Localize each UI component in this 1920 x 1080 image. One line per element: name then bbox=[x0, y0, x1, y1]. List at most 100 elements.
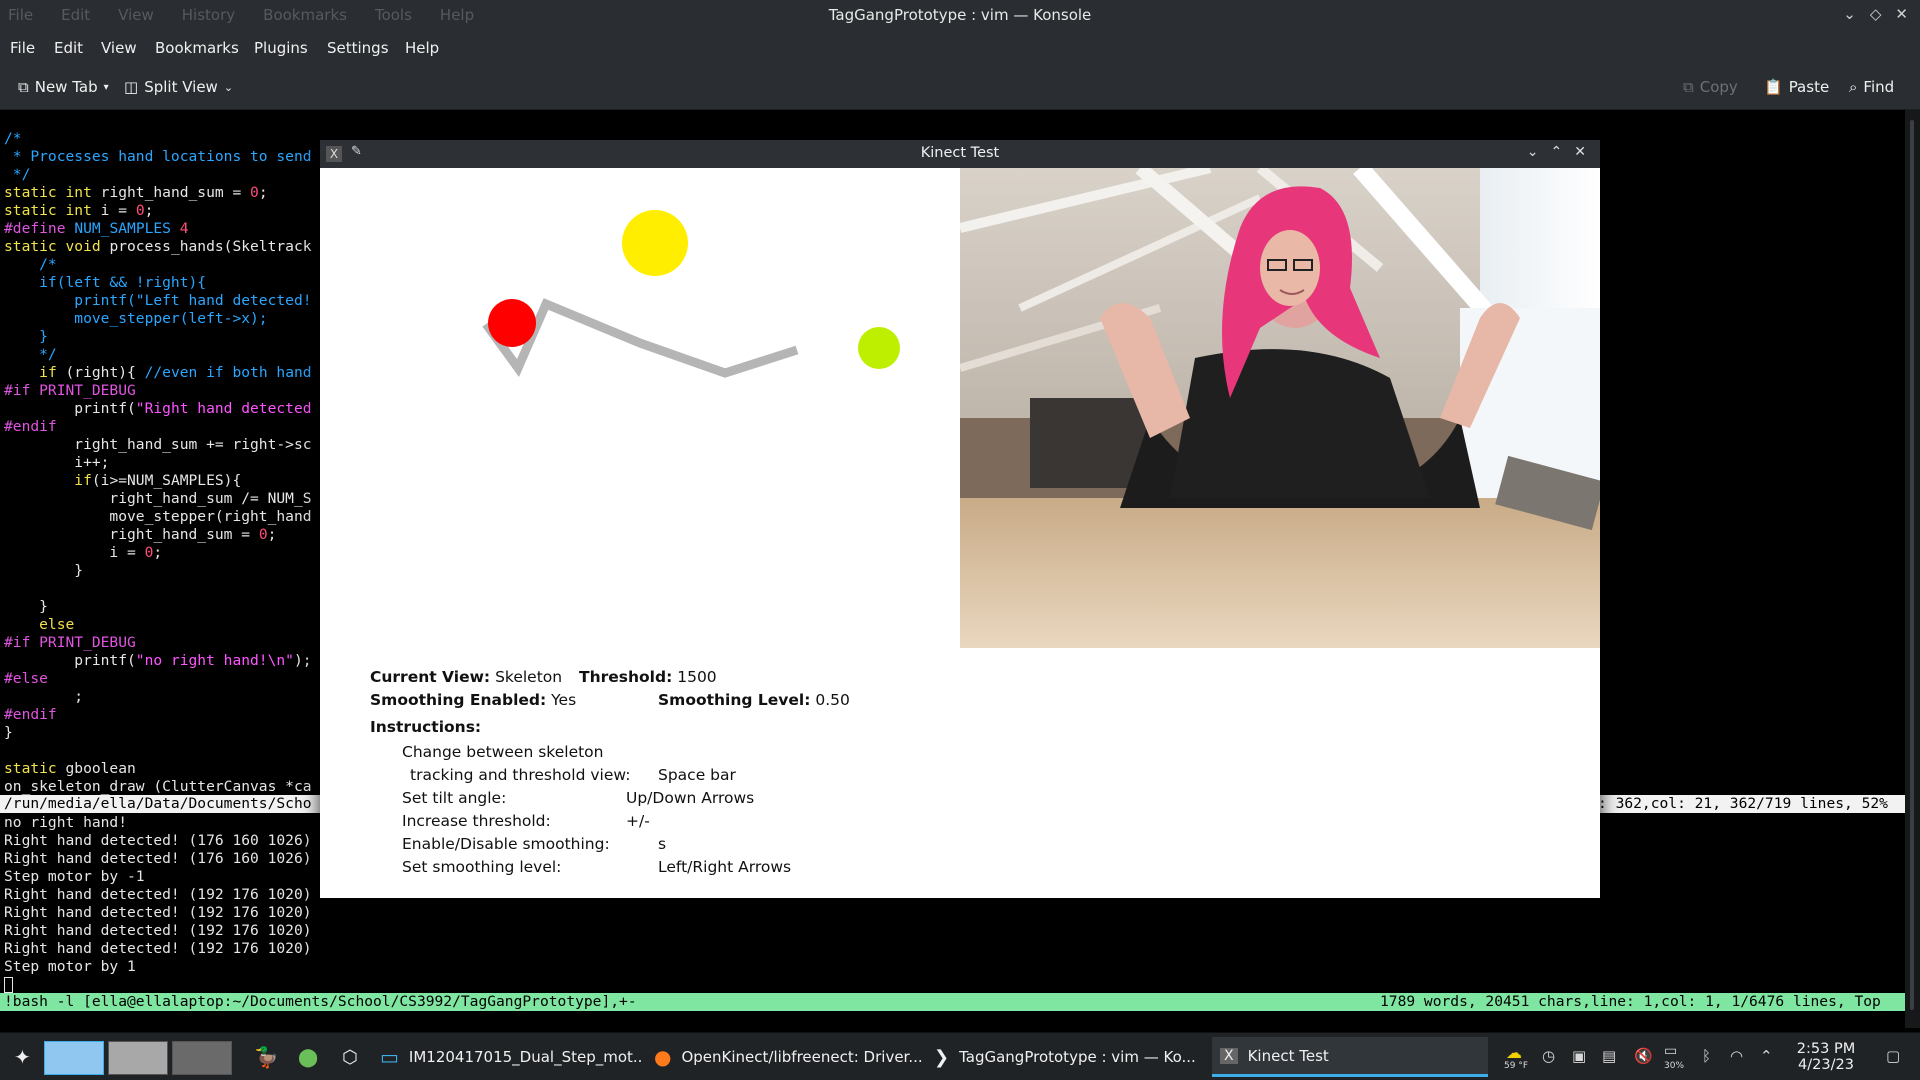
code-line: */ bbox=[4, 346, 57, 363]
window-controls: ⌄ ◇ ✕ bbox=[1843, 5, 1908, 23]
task-firefox[interactable]: ● OpenKinect/libfreenect: Driver... bbox=[646, 1037, 924, 1077]
battery-icon[interactable]: ▭ bbox=[1664, 1043, 1677, 1059]
copy-icon: ⧉ bbox=[1683, 78, 1694, 96]
find-button[interactable]: ⌕ Find bbox=[1849, 78, 1894, 96]
show-desktop-icon[interactable]: ▢ bbox=[1886, 1047, 1900, 1065]
task-kinect-test[interactable]: X Kinect Test bbox=[1212, 1037, 1488, 1077]
pinned-app-icon[interactable]: ⬡ bbox=[334, 1037, 368, 1077]
toolbar: ⧉ New Tab ▾ ◫ Split View ⌄ ⧉ Copy 📋 Past… bbox=[0, 66, 1920, 110]
desktop-pager-1[interactable] bbox=[44, 1041, 104, 1075]
code-line: #else bbox=[4, 670, 48, 687]
terminal-output-line: Right hand detected! (176 160 1026) bbox=[4, 832, 312, 849]
paste-button[interactable]: 📋 Paste bbox=[1764, 78, 1829, 96]
kinect-titlebar[interactable]: X ✎ Kinect Test ⌄ ⌃ ✕ bbox=[320, 140, 1600, 168]
task-konsole[interactable]: ❯ TagGangPrototype : vim — Ko... bbox=[926, 1037, 1204, 1077]
split-view-button[interactable]: ◫ Split View ⌄ bbox=[124, 78, 233, 96]
maximize-icon[interactable]: ⌃ bbox=[1551, 144, 1563, 160]
code-line: on_skeleton_draw (ClutterCanvas *ca bbox=[4, 778, 312, 795]
close-icon[interactable]: ✕ bbox=[1574, 144, 1586, 160]
task-label: TagGangPrototype : vim — Ko... bbox=[959, 1048, 1196, 1066]
minimize-icon[interactable]: ⌄ bbox=[1843, 5, 1856, 23]
code-line: } bbox=[4, 562, 84, 579]
code-line: static gboolean bbox=[4, 760, 136, 777]
code-line: right_hand_sum /= NUM_S bbox=[4, 490, 312, 507]
paste-icon: 📋 bbox=[1764, 78, 1783, 96]
weather-icon[interactable]: ☁ bbox=[1506, 1043, 1522, 1062]
battery-label: 30% bbox=[1664, 1061, 1685, 1071]
menu-settings[interactable]: Settings bbox=[327, 39, 389, 57]
clock[interactable]: 2:53 PM 4/23/23 bbox=[1790, 1041, 1862, 1073]
code-line: } bbox=[4, 328, 48, 345]
kinect-window-title: Kinect Test bbox=[920, 145, 1000, 161]
task-label: Kinect Test bbox=[1247, 1046, 1329, 1065]
instruction-key: s bbox=[658, 835, 667, 853]
code-line: #endif bbox=[4, 418, 57, 435]
menu-help[interactable]: Help bbox=[405, 39, 439, 57]
code-line: if (right){ //even if both hand bbox=[39, 364, 312, 381]
menu-view[interactable]: View bbox=[101, 39, 137, 57]
volume-icon[interactable]: 🔇 bbox=[1634, 1047, 1653, 1065]
instruction-key: Left/Right Arrows bbox=[658, 858, 792, 876]
skeleton-canvas bbox=[482, 210, 900, 378]
scrollbar-thumb[interactable] bbox=[1910, 120, 1914, 1010]
menu-file[interactable]: File bbox=[10, 39, 35, 57]
find-label: Find bbox=[1863, 78, 1895, 96]
code-line: if(i>=NUM_SAMPLES){ bbox=[74, 472, 242, 489]
copy-button[interactable]: ⧉ Copy bbox=[1683, 78, 1738, 96]
bluetooth-icon[interactable]: ᛒ bbox=[1702, 1047, 1711, 1065]
code-line: move_stepper(right_hand bbox=[4, 508, 312, 525]
code-line: #if PRINT_DEBUG bbox=[4, 634, 136, 651]
menu-bookmarks[interactable]: Bookmarks bbox=[155, 39, 239, 57]
code-line: printf("Left hand detected! bbox=[4, 292, 312, 309]
smoothing-level-label: Smoothing Level: bbox=[658, 691, 811, 709]
instruction-key: +/- bbox=[626, 812, 650, 830]
konsole-titlebar[interactable]: File Edit View History Bookmarks Tools Help Ta… bbox=[0, 0, 1920, 30]
smoothing-enabled-value: Yes bbox=[551, 691, 577, 709]
desktop-pager-2[interactable] bbox=[108, 1041, 168, 1075]
minimize-icon[interactable]: ⌄ bbox=[1527, 144, 1539, 160]
task-file-manager[interactable]: ▭ IM120417015_Dual_Step_mot... bbox=[372, 1037, 642, 1077]
code-line: static void process_hands(Skeltrack bbox=[4, 238, 312, 255]
instruction-key: Up/Down Arrows bbox=[626, 789, 755, 807]
kinect-window-controls: ⌄ ⌃ ✕ bbox=[1527, 144, 1586, 160]
app-launcher-icon[interactable]: ✦ bbox=[6, 1037, 40, 1077]
terminal-tray-icon[interactable]: ▣ bbox=[1572, 1047, 1586, 1065]
clock-icon[interactable]: ◷ bbox=[1542, 1047, 1555, 1065]
terminal-scrollbar[interactable] bbox=[1905, 110, 1920, 1028]
chevron-up-icon[interactable]: ⌃ bbox=[1760, 1047, 1773, 1065]
camera-feed bbox=[960, 168, 1600, 648]
code-line: */ bbox=[4, 166, 31, 183]
menu-plugins[interactable]: Plugins bbox=[254, 39, 308, 57]
code-line: } bbox=[4, 598, 48, 615]
close-icon[interactable]: ✕ bbox=[1895, 5, 1908, 23]
head-joint bbox=[622, 210, 688, 276]
new-tab-label: New Tab bbox=[34, 78, 98, 96]
skeleton-view bbox=[320, 168, 960, 648]
code-line: /* bbox=[4, 130, 22, 147]
terminal-output-line: Right hand detected! (176 160 1026) bbox=[4, 850, 312, 867]
smoothing-enabled-row: Smoothing Enabled: Yes bbox=[370, 691, 576, 709]
code-line: i++; bbox=[4, 454, 110, 471]
task-label: OpenKinect/libfreenect: Driver... bbox=[681, 1048, 923, 1066]
maximize-icon[interactable]: ◇ bbox=[1870, 5, 1882, 23]
pinned-app-icon[interactable]: 🦆 bbox=[246, 1037, 280, 1077]
menu-edit[interactable]: Edit bbox=[54, 39, 83, 57]
instruction-action: Change between skeleton bbox=[402, 743, 604, 761]
terminal-output-line: Step motor by -1 bbox=[4, 868, 145, 885]
code-line: printf("Right hand detected bbox=[4, 400, 312, 417]
left-hand-joint bbox=[488, 299, 536, 347]
pinned-app-icon[interactable]: ⬤ bbox=[290, 1037, 324, 1077]
wifi-icon[interactable]: ◠ bbox=[1730, 1047, 1743, 1065]
desktop-pager-3[interactable] bbox=[172, 1041, 232, 1075]
new-tab-button[interactable]: ⧉ New Tab ▾ bbox=[18, 78, 109, 96]
code-line: * Processes hand locations to send bbox=[4, 148, 312, 165]
current-view-label: Current View: bbox=[370, 668, 491, 686]
camera-image bbox=[960, 168, 1600, 648]
instructions-label: Instructions: bbox=[370, 718, 482, 736]
instruction-action: tracking and threshold view: bbox=[410, 766, 631, 784]
clipboard-icon[interactable]: ▤ bbox=[1602, 1047, 1616, 1065]
vim-status-position: : 362,col: 21, 362/719 lines, 52% bbox=[1598, 795, 1888, 812]
code-line: else bbox=[4, 616, 75, 633]
vim-status-path: /run/media/ella/Data/Documents/Scho bbox=[4, 795, 312, 812]
window-title: TagGangPrototype : vim — Konsole bbox=[828, 6, 1092, 24]
